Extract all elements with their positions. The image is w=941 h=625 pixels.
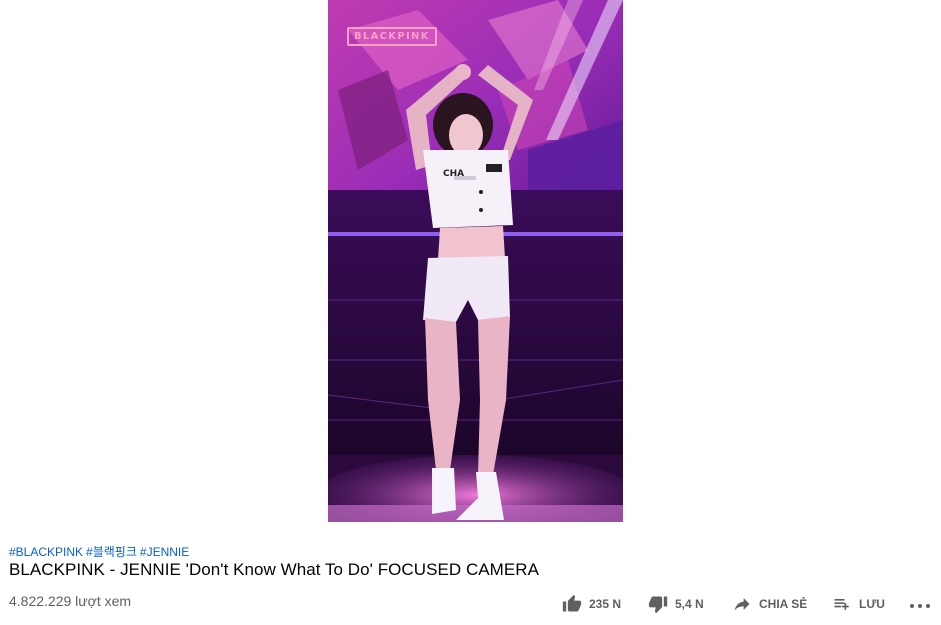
thumbs-up-icon <box>562 594 582 612</box>
save-button[interactable]: LƯU <box>832 594 885 614</box>
more-horizontal-icon <box>910 604 930 608</box>
share-label: CHIA SẺ <box>759 597 808 611</box>
hashtag-link[interactable]: #BLACKPINK <box>9 545 83 559</box>
shirt-text: CHA <box>443 169 464 179</box>
thumbs-down-icon <box>648 596 668 614</box>
hashtag-link[interactable]: #블랙핑크 <box>86 545 137 559</box>
watch-page: CHA BLACKPINK #BLACKPINK #블랙핑크 #JENNIE BLA… <box>0 0 941 625</box>
video-player[interactable]: CHA BLACKPINK <box>328 0 623 522</box>
dislike-button[interactable]: 5,4 N <box>648 594 704 614</box>
playlist-add-icon <box>834 599 849 610</box>
save-label: LƯU <box>859 597 885 611</box>
channel-watermark: BLACKPINK <box>347 27 437 46</box>
video-frame: CHA <box>328 0 623 522</box>
hashtag-list: #BLACKPINK #블랙핑크 #JENNIE <box>9 543 192 560</box>
share-button[interactable]: CHIA SẺ <box>732 594 807 614</box>
like-button[interactable]: 235 N <box>562 594 621 614</box>
hashtag-link[interactable]: #JENNIE <box>140 545 189 559</box>
video-title: BLACKPINK - JENNIE 'Don't Know What To D… <box>9 560 539 579</box>
more-actions-button[interactable] <box>908 594 932 614</box>
dislike-count: 5,4 N <box>675 597 704 611</box>
share-arrow-icon <box>734 598 750 611</box>
like-count: 235 N <box>589 597 622 611</box>
view-count: 4.822.229 lượt xem <box>9 593 132 609</box>
